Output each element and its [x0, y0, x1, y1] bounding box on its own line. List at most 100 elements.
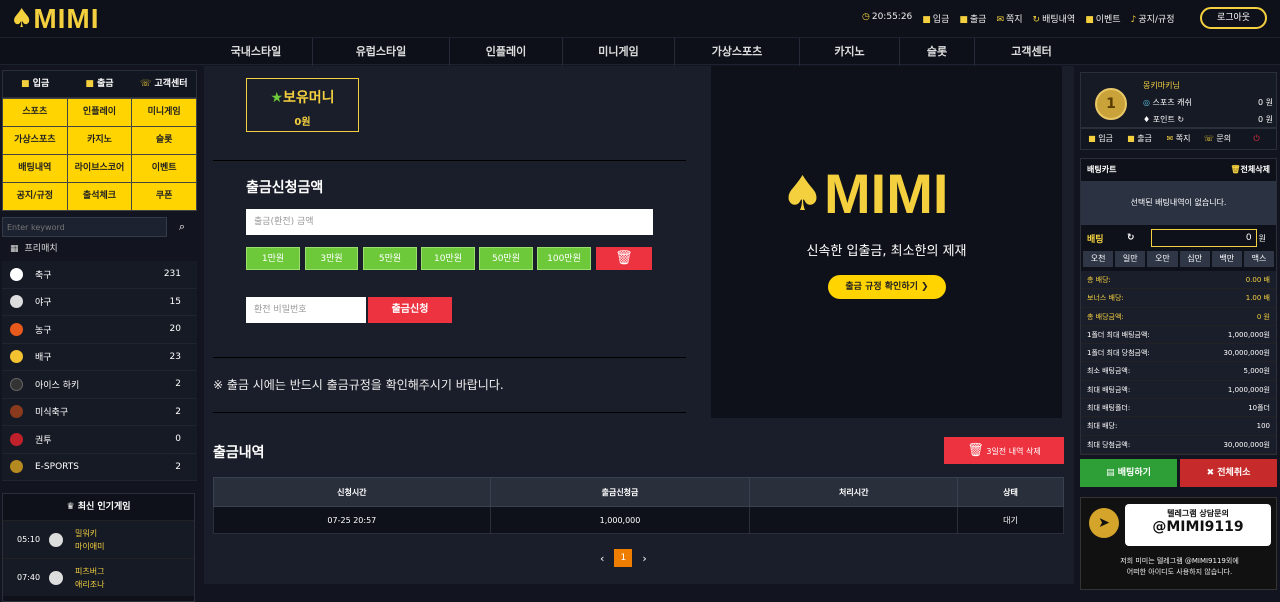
sport-item-boxing[interactable]: 권투 0 [2, 426, 197, 454]
quick-support-button[interactable]: ☏ 고객센터 [132, 71, 196, 97]
baseball-icon [10, 295, 23, 309]
info-row: 최대 당첨금액: 30,000,000원 [1081, 435, 1276, 454]
cat-attendance[interactable]: 출석체크 [67, 183, 132, 210]
calendar-icon: ▦ [10, 244, 19, 254]
amount-button-10k[interactable]: 1만원 [246, 247, 300, 270]
cat-virtual[interactable]: 가상스포츠 [3, 127, 67, 154]
prematch-header[interactable]: ▦ 프리매치 [2, 237, 197, 261]
menu-deposit[interactable]: ■ 입금 [922, 12, 949, 25]
col-status: 상태 [957, 477, 1064, 507]
nav-item-slot[interactable]: 슬롯 [900, 38, 975, 66]
sport-item-football[interactable]: 미식축구 2 [2, 398, 197, 426]
popular-game-item[interactable]: 07:40 피츠버그 애리조나 [3, 558, 194, 596]
cat-casino[interactable]: 카지노 [67, 127, 132, 154]
amount-button-100k[interactable]: 10만원 [421, 247, 475, 270]
close-icon: ✖ [1206, 467, 1215, 478]
chevron-left-icon[interactable]: ‹ [600, 552, 604, 565]
top-menu: ◷ 20:55:26 ■ 입금 ■ 출금 ✉ 쪽지 ↻ 배팅내역 ■ 이벤트 ♪ 공지/규정 [862, 12, 1174, 25]
page-button[interactable]: 1 [614, 549, 633, 567]
nav-item-casino[interactable]: 카지노 [800, 38, 900, 66]
chevron-right-icon[interactable]: › [642, 552, 646, 565]
nav-item-support[interactable]: 고객센터 [975, 38, 1088, 66]
user-inquiry-button[interactable]: ☏ 문의 [1198, 129, 1237, 149]
withdraw-apply-button[interactable]: 출금신청 [368, 297, 452, 323]
search-icon[interactable]: ⌕ [167, 217, 197, 237]
menu-bet-history[interactable]: ↻ 배팅내역 [1033, 12, 1076, 25]
sport-item-basketball[interactable]: 농구 20 [2, 316, 197, 344]
cat-notice[interactable]: 공지/규정 [3, 183, 67, 210]
nav-item-virtual[interactable]: 가상스포츠 [675, 38, 800, 66]
minus-icon: ■ [1127, 134, 1135, 143]
telegram-icon: ➤ [1089, 507, 1119, 538]
menu-event[interactable]: ■ 이벤트 [1085, 12, 1120, 25]
menu-message[interactable]: ✉ 쪽지 [996, 12, 1022, 25]
popular-game-item[interactable]: 05:10 밀워키 마이애미 [3, 520, 194, 558]
spade-icon: ♠ [781, 166, 825, 222]
category-grid: 스포츠 인플레이 미니게임 가상스포츠 카지노 슬롯 배팅내역 라이브스코어 이… [2, 98, 197, 211]
info-row: 1폴더 최대 배팅금액: 1,000,000원 [1081, 325, 1276, 345]
nav-item-minigame[interactable]: 미니게임 [563, 38, 675, 66]
chip-50k[interactable]: 오만 [1147, 251, 1178, 267]
refresh-icon[interactable]: ↻ [1127, 233, 1135, 243]
soccer-ball-icon [10, 267, 23, 281]
quick-buttons: ■ 입금 ■ 출금 ☏ 고객센터 [2, 70, 197, 98]
cat-slot[interactable]: 슬롯 [132, 127, 196, 154]
cat-livescore[interactable]: 라이브스코어 [67, 155, 132, 182]
cat-inplay[interactable]: 인플레이 [67, 99, 132, 126]
cat-coupon[interactable]: 쿠폰 [132, 183, 196, 210]
place-bet-button[interactable]: ▤ 배팅하기 [1080, 458, 1177, 487]
nav-item-inplay[interactable]: 인플레이 [450, 38, 563, 66]
quick-withdraw-button[interactable]: ■ 출금 [67, 71, 131, 97]
password-input[interactable]: 환전 비밀번호 [246, 297, 366, 323]
cat-sports[interactable]: 스포츠 [3, 99, 67, 126]
withdraw-rules-button[interactable]: 출금 규정 확인하기 ❯ [828, 275, 946, 299]
promo-logo: ♠ MIMI [781, 162, 949, 225]
cat-event[interactable]: 이벤트 [132, 155, 196, 182]
logout-button[interactable]: 로그아웃 [1200, 7, 1267, 29]
delete-old-history-button[interactable]: 🗑 3일전 내역 삭제 [944, 437, 1064, 464]
chip-max[interactable]: 맥스 [1243, 251, 1275, 267]
chip-5k[interactable]: 오천 [1083, 251, 1114, 267]
menu-withdraw[interactable]: ■ 출금 [959, 12, 986, 25]
cat-minigame[interactable]: 미니게임 [132, 99, 196, 126]
chip-100k[interactable]: 십만 [1179, 251, 1210, 267]
search-input[interactable] [2, 217, 167, 237]
chip-1m[interactable]: 백만 [1211, 251, 1242, 267]
sport-item-esports[interactable]: E-SPORTS 2 [2, 453, 197, 481]
clear-amount-button[interactable]: 🗑 [596, 247, 652, 270]
sport-item-icehockey[interactable]: 아이스 하키 2 [2, 371, 197, 399]
mail-icon: ✉ [996, 15, 1004, 25]
popular-games-title: ♛ 최신 인기게임 [66, 502, 131, 512]
cart-empty-message: 선택된 배팅내역이 없습니다. [1081, 181, 1276, 225]
clear-cart-button[interactable]: 🗑전체삭제 [1230, 159, 1270, 181]
amount-input[interactable]: 출금(환전) 금액 [246, 209, 653, 235]
sport-item-baseball[interactable]: 야구 15 [2, 288, 197, 316]
main-nav: 국내스타일 유럽스타일 인플레이 미니게임 가상스포츠 카지노 슬롯 고객센터 [0, 37, 1280, 66]
refresh-icon[interactable]: ↻ [1177, 115, 1184, 124]
plus-icon: ■ [21, 79, 30, 89]
popular-games: ♛ 최신 인기게임 05:10 밀워키 마이애미 07:40 피츠버그 애리조나 [2, 493, 195, 602]
cancel-all-button[interactable]: ✖ 전체취소 [1180, 458, 1277, 487]
amount-button-50k[interactable]: 5만원 [363, 247, 417, 270]
chip-10k[interactable]: 일만 [1115, 251, 1146, 267]
amount-button-30k[interactable]: 3만원 [305, 247, 358, 270]
amount-button-1m[interactable]: 100만원 [537, 247, 591, 270]
nav-item-european[interactable]: 유럽스타일 [313, 38, 450, 66]
user-deposit-button[interactable]: ■ 입금 [1081, 129, 1120, 149]
sport-item-volleyball[interactable]: 배구 23 [2, 343, 197, 371]
money-icon: ▤ [1106, 467, 1115, 478]
user-withdraw-button[interactable]: ■ 출금 [1120, 129, 1159, 149]
logo[interactable]: ♠ MIMI [10, 5, 100, 34]
user-message-button[interactable]: ✉ 쪽지 [1159, 129, 1198, 149]
table-row[interactable]: 07-25 20:57 1,000,000 대기 [213, 506, 1064, 534]
minus-icon: ■ [85, 79, 94, 89]
menu-notice[interactable]: ♪ 공지/규정 [1131, 12, 1175, 25]
power-button[interactable]: ⏻ [1237, 129, 1276, 149]
cat-bet-history[interactable]: 배팅내역 [3, 155, 67, 182]
telegram-banner[interactable]: ➤ 텔레그램 상담문의 @MIMI9119 저희 미미는 텔레그램 @MIMI9… [1080, 496, 1277, 590]
nav-item-domestic[interactable]: 국내스타일 [200, 38, 313, 66]
sport-item-soccer[interactable]: 축구 231 [2, 261, 197, 289]
amount-button-500k[interactable]: 50만원 [479, 247, 533, 270]
quick-deposit-button[interactable]: ■ 입금 [3, 71, 67, 97]
stake-input[interactable]: 0 [1150, 229, 1257, 247]
